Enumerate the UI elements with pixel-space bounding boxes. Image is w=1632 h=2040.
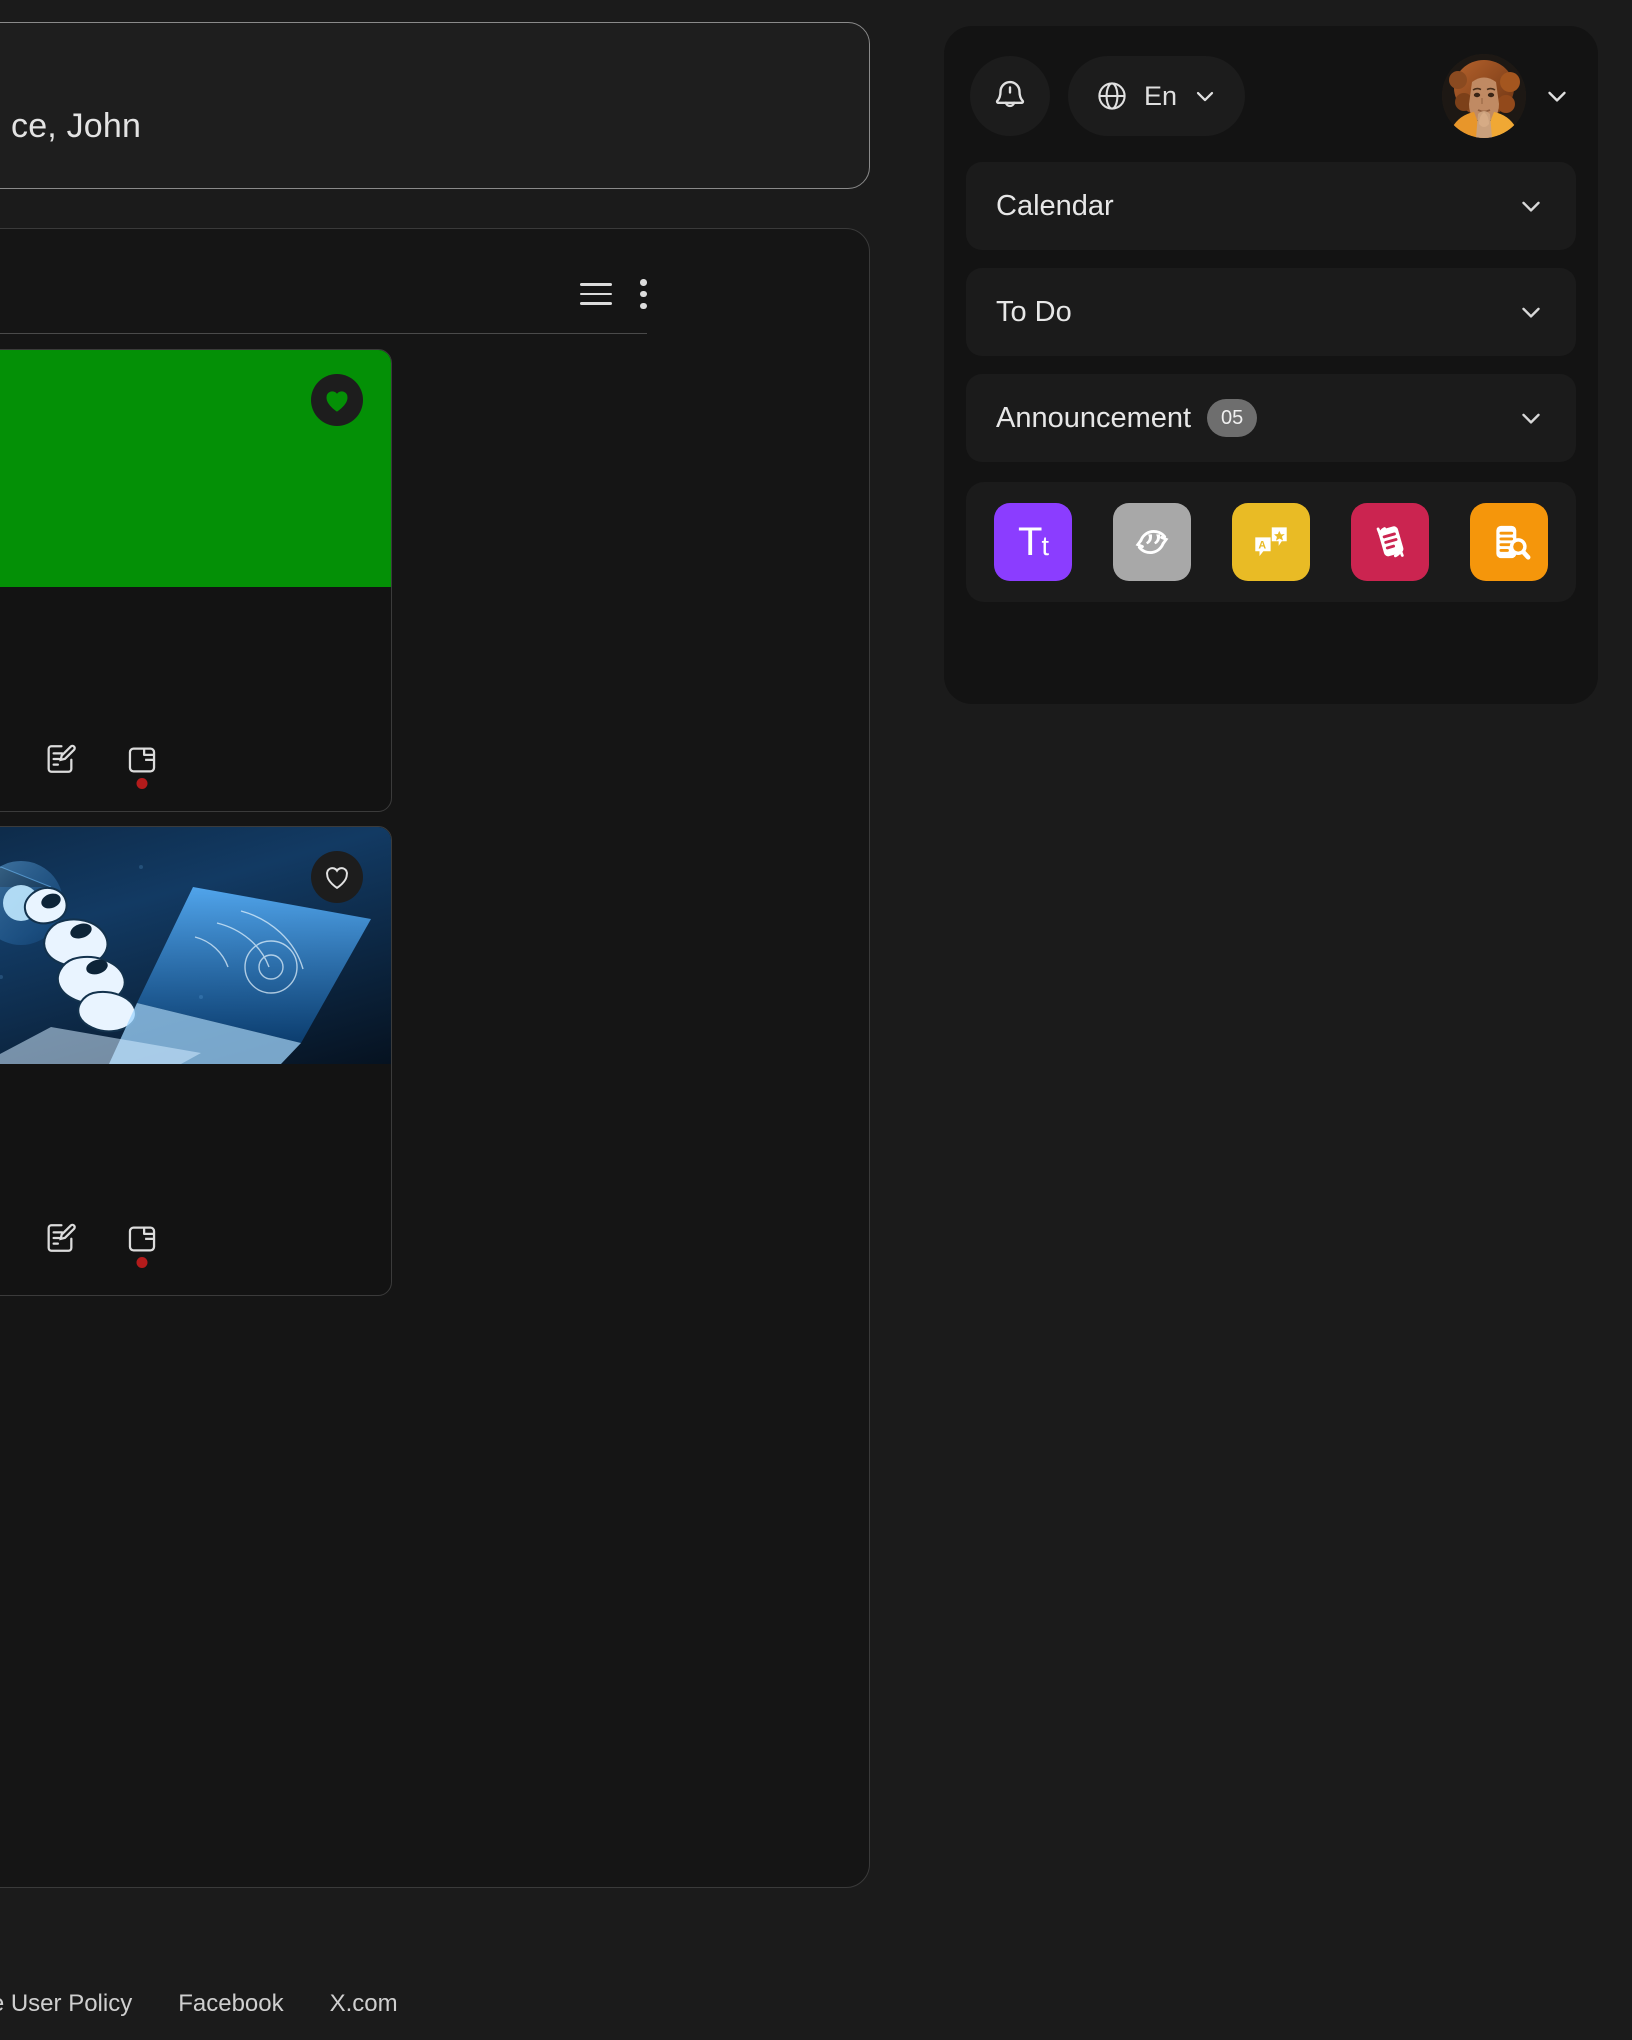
translate-icon: A: [1255, 527, 1287, 557]
footer-link-acceptable-user-policy[interactable]: Acceptable User Policy: [0, 1990, 132, 2018]
translate-tool[interactable]: A: [1232, 503, 1310, 581]
document-swap-icon: [1376, 526, 1404, 558]
note-edit-icon[interactable]: [43, 1221, 77, 1255]
svg-text:A: A: [1258, 539, 1266, 551]
note-edit-icon[interactable]: [43, 742, 77, 776]
paraphrase-tool[interactable]: [1113, 503, 1191, 581]
right-panel-top-row: En: [966, 48, 1576, 144]
sidebar-item-label: Announcement: [996, 401, 1192, 434]
footer: Policy Cookie Notice Acceptable User Pol…: [0, 1990, 398, 2018]
folder-notification-dot: [136, 1257, 148, 1268]
document-card[interactable]: mmer 2020 m Ipsum is simply dummy 29-OLA…: [0, 349, 392, 812]
text-size-tool[interactable]: Tt: [994, 503, 1072, 581]
globe-icon: [1098, 82, 1126, 110]
chevron-down-icon: [1522, 307, 1540, 318]
bell-icon[interactable]: [970, 56, 1050, 136]
card-thumbnail: [0, 350, 391, 587]
chevron-down-icon: [1548, 91, 1566, 102]
language-label: En: [1144, 80, 1178, 111]
document-search-tool[interactable]: [1470, 503, 1548, 581]
folder-icon[interactable]: [125, 743, 159, 789]
main-toolbar: [580, 279, 647, 309]
hamburger-icon[interactable]: [580, 283, 612, 305]
folder-icon[interactable]: [125, 1222, 159, 1268]
document-card[interactable]: sed m Ipsum is simply dummy 29-OLA3: [0, 826, 392, 1296]
announcement-count-badge: 05: [1207, 399, 1258, 437]
greeting-panel: ce, John: [0, 22, 870, 189]
page-root: ce, John mmer 2020 m Ipsum is simply dum…: [0, 0, 1632, 2040]
chevron-down-icon: [1522, 201, 1540, 212]
user-menu[interactable]: [1442, 54, 1572, 138]
folder-notification-dot: [136, 778, 148, 789]
footer-link-xcom[interactable]: X.com: [330, 1990, 398, 2018]
card-actions: [0, 742, 391, 789]
footer-link-facebook[interactable]: Facebook: [178, 1990, 283, 2018]
sidebar-item-todo[interactable]: To Do: [966, 268, 1576, 356]
language-selector[interactable]: En: [1068, 56, 1246, 136]
page-title: ce, John: [11, 107, 142, 145]
chevron-down-icon: [1196, 91, 1214, 102]
sidebar-item-label: To Do: [996, 295, 1072, 328]
avatar: [1442, 54, 1526, 138]
toolbar-divider: [0, 333, 647, 334]
favorite-heart-icon[interactable]: [311, 851, 363, 903]
sidebar-item-calendar[interactable]: Calendar: [966, 162, 1576, 250]
card-actions: [0, 1221, 391, 1268]
chevron-down-icon: [1522, 413, 1540, 424]
tools-row: Tt A: [966, 482, 1576, 602]
favorite-heart-icon[interactable]: [311, 374, 363, 426]
sidebar-item-announcement[interactable]: Announcement 05: [966, 374, 1576, 462]
card-thumbnail: [0, 827, 391, 1064]
document-search-icon: [1496, 525, 1531, 560]
kebab-menu-icon[interactable]: [640, 279, 647, 309]
rewrite-tool[interactable]: [1351, 503, 1429, 581]
sidebar-item-label: Calendar: [996, 189, 1114, 222]
right-sidebar-panel: En Calendar To Do Announcement 05 Tt A: [944, 26, 1598, 704]
quote-rotate-icon: [1135, 529, 1169, 555]
